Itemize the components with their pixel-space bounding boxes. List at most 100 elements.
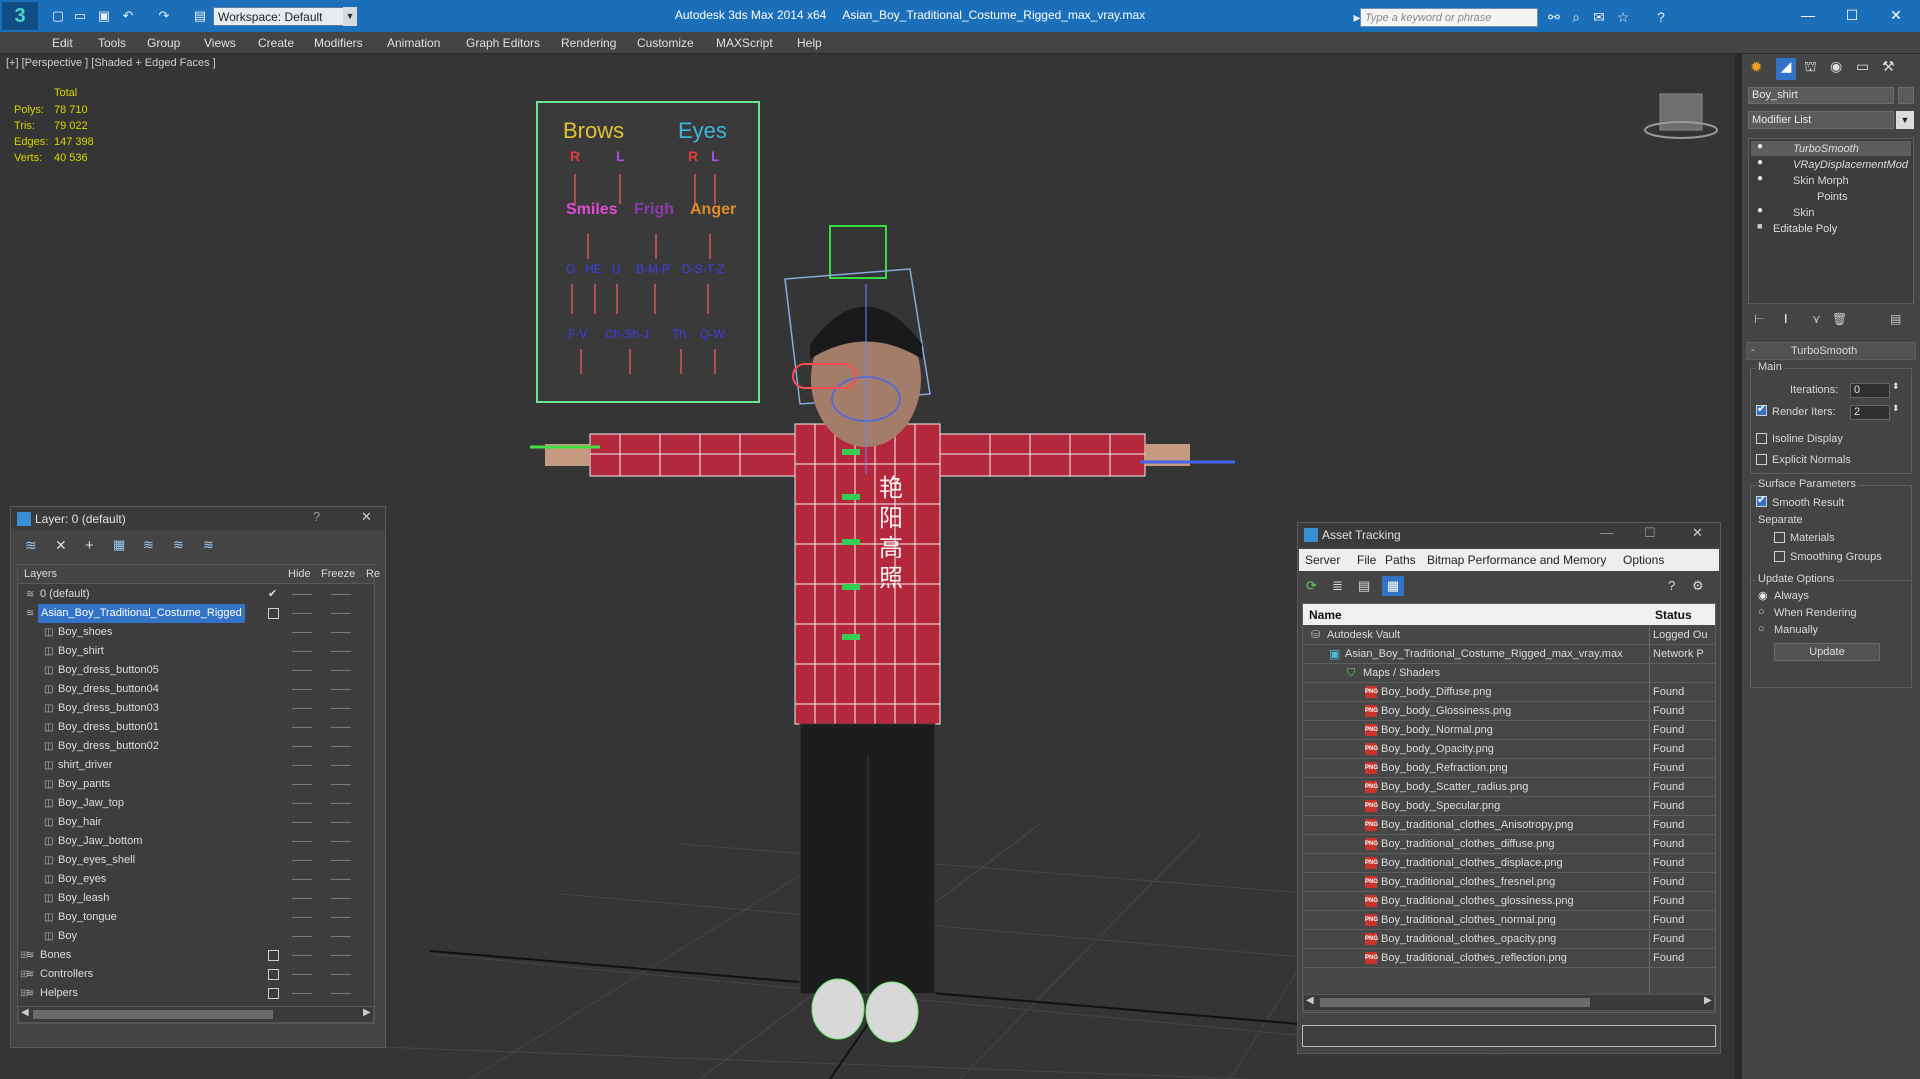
redo-icon[interactable]: ↷ <box>156 8 172 24</box>
asset-name[interactable]: Maps / Shaders <box>1363 664 1440 683</box>
object-name-field[interactable]: Boy_shirt <box>1748 87 1894 104</box>
layer-manager-window[interactable]: Layer: 0 (default) ? ✕ ≋ ✕ + ▦ ≋ ≋ ≋ Lay… <box>10 506 386 1048</box>
menu-maxscript[interactable]: MAXScript <box>716 32 773 54</box>
asset-path-field[interactable] <box>1302 1025 1716 1047</box>
smoothing-groups-checkbox[interactable] <box>1774 551 1785 562</box>
layer-row-name[interactable]: Boy_pants <box>58 775 110 794</box>
layer-object-row[interactable]: ◫ Boy_shirt —— —— <box>18 642 374 661</box>
layer-row-name[interactable]: Bones <box>40 946 71 965</box>
lightbulb-icon[interactable]: ● <box>1757 205 1763 216</box>
configure-sets-icon[interactable]: ▤ <box>1890 312 1901 326</box>
toggle-dash[interactable]: —— <box>331 642 351 661</box>
communication-icon[interactable]: ✉ <box>1590 8 1608 26</box>
asset-row[interactable]: ▣ Asian_Boy_Traditional_Costume_Rigged_ma… <box>1303 645 1715 664</box>
asset-name[interactable]: Boy_traditional_clothes_Anisotropy.png <box>1381 816 1573 835</box>
detail-view-icon[interactable]: ▤ <box>1358 578 1370 594</box>
layer-object-row[interactable]: ◫ Boy_hair —— —— <box>18 813 374 832</box>
create-tab-icon[interactable]: ✹ <box>1750 58 1763 76</box>
menu-help[interactable]: Help <box>797 32 822 54</box>
asset-row[interactable]: PNG Boy_body_Normal.png Found <box>1303 721 1715 740</box>
asset-grid[interactable]: Name Status ⛁ Autodesk Vault Logged Ou ▣ Asi… <box>1302 603 1716 1013</box>
active-layer-icon[interactable]: ✔ <box>268 585 277 604</box>
scroll-right-icon[interactable]: ▶ <box>1704 995 1712 1006</box>
undo-icon[interactable]: ↶ <box>120 8 136 24</box>
asset-horizontal-scrollbar[interactable]: ◀ ▶ <box>1303 994 1715 1011</box>
toggle-dash[interactable]: —— <box>331 984 351 1003</box>
refresh-icon[interactable]: ⟳ <box>1306 578 1317 594</box>
motion-tab-icon[interactable]: ◉ <box>1830 58 1842 75</box>
toggle-dash[interactable]: —— <box>331 927 351 946</box>
utilities-tab-icon[interactable]: ⚒ <box>1882 58 1895 75</box>
current-layer-checkbox[interactable] <box>268 950 279 961</box>
delete-icon[interactable]: ✕ <box>55 537 67 554</box>
toggle-dash[interactable]: —— <box>331 775 351 794</box>
layer-object-row[interactable]: ◫ Boy_Jaw_top —— —— <box>18 794 374 813</box>
asset-row[interactable]: PNG Boy_traditional_clothes_opacity.png Fo… <box>1303 930 1715 949</box>
asset-name[interactable]: Boy_traditional_clothes_displace.png <box>1381 854 1563 873</box>
rollout-collapse-icon[interactable]: - <box>1751 344 1755 356</box>
binoculars-icon[interactable]: ⚯ <box>1545 8 1563 26</box>
layer-row-name[interactable]: Boy_dress_button03 <box>58 699 159 718</box>
layer-row-name[interactable]: Boy_dress_button01 <box>58 718 159 737</box>
close-icon[interactable]: ✕ <box>1692 525 1703 541</box>
toggle-dash[interactable]: —— <box>292 718 312 737</box>
asset-row[interactable]: PNG Boy_traditional_clothes_fresnel.png Fo… <box>1303 873 1715 892</box>
toggle-dash[interactable]: —— <box>292 775 312 794</box>
menu-group[interactable]: Group <box>147 32 180 54</box>
create-layer-icon[interactable]: ≋ <box>25 537 37 554</box>
toggle-dash[interactable]: —— <box>331 908 351 927</box>
search-input[interactable]: Type a keyword or phrase <box>1360 8 1538 27</box>
select-objects-icon[interactable]: ▦ <box>113 537 125 553</box>
current-layer-checkbox[interactable] <box>268 969 279 980</box>
lightbulb-icon[interactable]: ● <box>1757 141 1763 152</box>
turbosmooth-rollout-header[interactable]: - TurboSmooth <box>1746 342 1916 360</box>
toggle-dash[interactable]: —— <box>292 604 312 623</box>
toggle-dash[interactable]: —— <box>331 813 351 832</box>
layer-row-name[interactable]: Boy_Jaw_top <box>58 794 124 813</box>
highlight-layer-icon[interactable]: ≋ <box>143 537 154 553</box>
toggle-dash[interactable]: —— <box>292 908 312 927</box>
menu-views[interactable]: Views <box>204 32 236 54</box>
layer-row-name[interactable]: Boy_leash <box>58 889 109 908</box>
toggle-dash[interactable]: —— <box>331 794 351 813</box>
menu-edit[interactable]: Edit <box>52 32 73 54</box>
toggle-dash[interactable]: —— <box>331 946 351 965</box>
layer-row-name[interactable]: Boy_eyes_shell <box>58 851 135 870</box>
layer-row-name[interactable]: Asian_Boy_Traditional_Costume_Rigged <box>38 604 245 623</box>
chevron-down-icon[interactable]: ▼ <box>1896 111 1914 129</box>
asset-name[interactable]: Boy_traditional_clothes_normal.png <box>1381 911 1556 930</box>
add-icon[interactable]: + <box>85 537 94 554</box>
lightbulb-icon[interactable]: ● <box>1757 173 1763 184</box>
make-unique-icon[interactable]: ⋎ <box>1812 312 1821 326</box>
object-color-swatch[interactable] <box>1898 87 1914 104</box>
options-icon[interactable]: ⚙ <box>1692 578 1704 594</box>
open-file-icon[interactable]: ▭ <box>72 8 88 24</box>
menu-animation[interactable]: Animation <box>387 32 440 54</box>
current-layer-checkbox[interactable] <box>268 608 279 619</box>
help-icon[interactable]: ? <box>1668 578 1675 593</box>
asset-row[interactable]: PNG Boy_body_Diffuse.png Found <box>1303 683 1715 702</box>
close-icon[interactable]: ✕ <box>1874 0 1918 30</box>
asset-menu-server[interactable]: Server <box>1305 553 1340 567</box>
asset-name[interactable]: Boy_traditional_clothes_reflection.png <box>1381 949 1567 968</box>
toggle-dash[interactable]: —— <box>292 623 312 642</box>
layer-object-row[interactable]: ◫ Boy_dress_button01 —— —— <box>18 718 374 737</box>
toggle-dash[interactable]: —— <box>331 851 351 870</box>
asset-row[interactable]: ⛉ Maps / Shaders <box>1303 664 1715 683</box>
stack-item-vraydisplacement[interactable]: VRayDisplacementMod <box>1751 157 1911 173</box>
layer-object-row[interactable]: ◫ Boy_shoes —— —— <box>18 623 374 642</box>
hide-all-icon[interactable]: ≋ <box>173 537 184 553</box>
layer-object-row[interactable]: ◫ shirt_driver —— —— <box>18 756 374 775</box>
display-tab-icon[interactable]: ▭ <box>1856 58 1869 75</box>
maximize-icon[interactable]: ☐ <box>1644 525 1656 541</box>
toggle-dash[interactable]: —— <box>292 851 312 870</box>
menu-customize[interactable]: Customize <box>637 32 694 54</box>
spinner-arrows-icon[interactable]: ⬍ <box>1892 381 1900 392</box>
layer-row-name[interactable]: 0 (default) <box>40 585 90 604</box>
current-layer-checkbox[interactable] <box>268 988 279 999</box>
asset-row[interactable]: PNG Boy_traditional_clothes_reflection.pn… <box>1303 949 1715 968</box>
toggle-dash[interactable]: —— <box>331 832 351 851</box>
asset-menu-options[interactable]: Options <box>1623 553 1664 567</box>
toggle-dash[interactable]: —— <box>331 889 351 908</box>
layer-list[interactable]: Layers Hide Freeze Re ≋ 0 (default) ✔ —— —— ≋… <box>17 564 380 1024</box>
